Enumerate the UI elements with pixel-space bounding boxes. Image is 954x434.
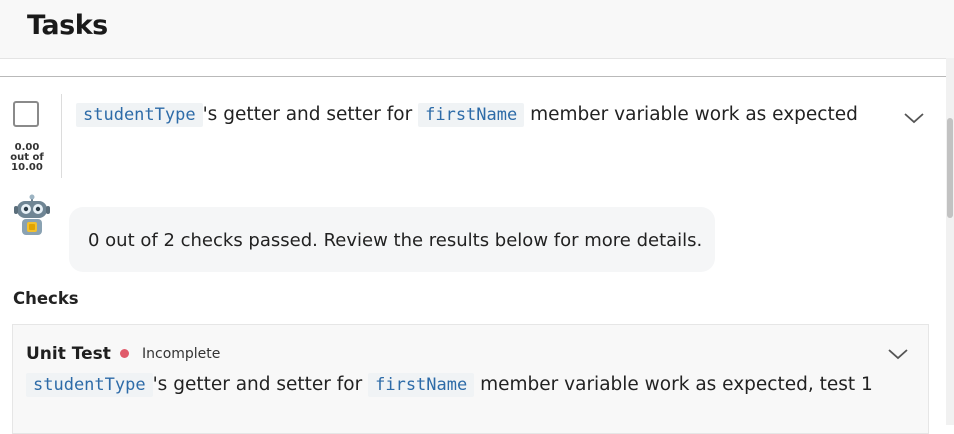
status-dot	[120, 349, 129, 358]
task-score: 0.00 out of 10.00	[6, 143, 48, 173]
task-checkbox[interactable]	[13, 101, 39, 127]
chevron-down-icon[interactable]	[903, 111, 925, 125]
scrollbar[interactable]	[946, 58, 954, 425]
score-separator	[61, 94, 62, 178]
task-title-text: member variable work as expected	[530, 104, 858, 125]
check-desc-code: firstName	[368, 373, 475, 397]
check-item[interactable]: Unit Test Incomplete studentType's gette…	[12, 324, 929, 434]
task-title-code: firstName	[418, 103, 525, 127]
assistant-message: 0 out of 2 checks passed. Review the res…	[69, 207, 715, 272]
page-header: Tasks	[0, 0, 954, 59]
task-title: studentType's getter and setter for firs…	[76, 103, 876, 127]
check-description: studentType's getter and setter for firs…	[26, 373, 873, 397]
check-status: Incomplete	[142, 346, 221, 362]
check-desc-code: studentType	[26, 373, 153, 397]
assistant-message-text: 0 out of 2 checks passed. Review the res…	[88, 230, 703, 251]
page-title: Tasks	[27, 10, 108, 41]
chevron-down-icon[interactable]	[887, 347, 909, 361]
check-desc-text: 's getter and setter for	[152, 374, 363, 395]
robot-icon	[14, 194, 50, 235]
checks-heading: Checks	[13, 289, 79, 308]
score-total: 10.00	[11, 162, 43, 173]
scrollbar-thumb[interactable]	[947, 118, 953, 218]
task-title-code: studentType	[76, 103, 203, 127]
section-divider	[0, 76, 946, 77]
check-desc-text: member variable work as expected, test 1	[480, 374, 873, 395]
check-type: Unit Test	[26, 344, 111, 364]
task-title-text: 's getter and setter for	[202, 104, 413, 125]
